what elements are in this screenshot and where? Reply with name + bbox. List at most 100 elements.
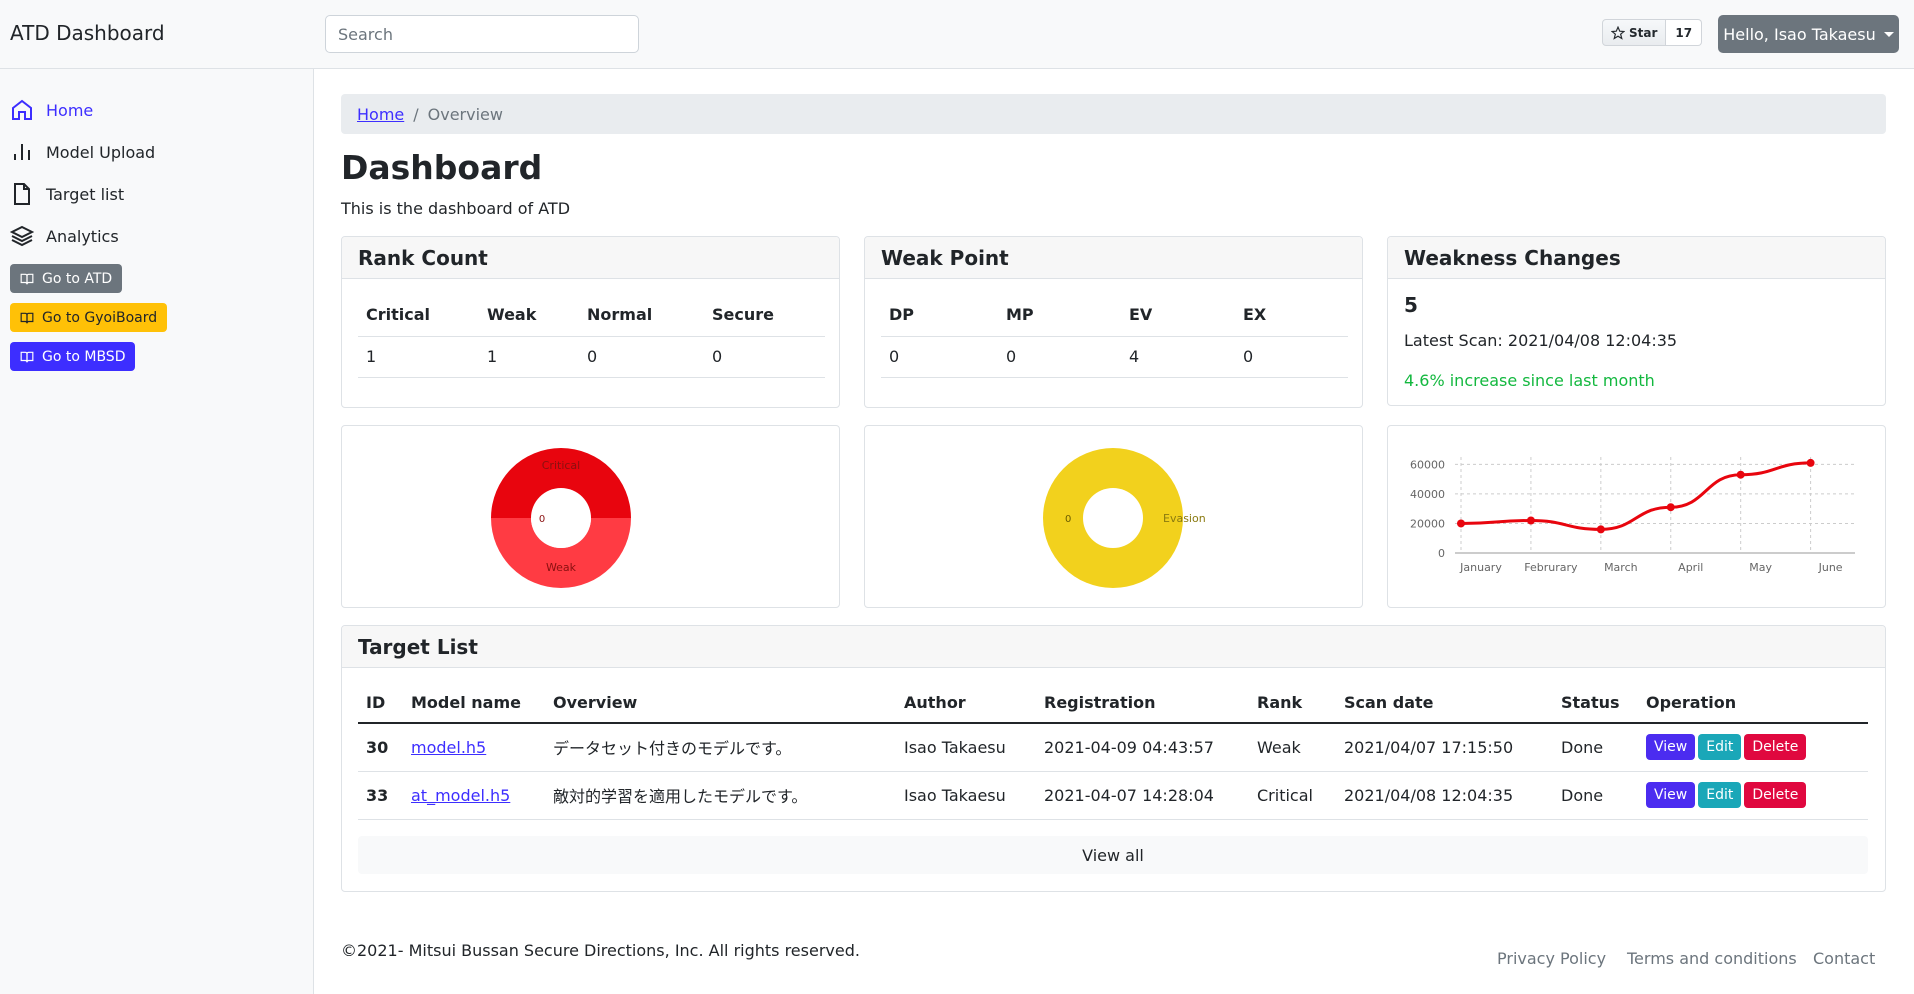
search-input[interactable]	[325, 15, 639, 53]
table-cell: 0	[998, 336, 1121, 378]
column-header: EV	[1121, 294, 1235, 337]
y-tick-label: 20000	[1410, 517, 1445, 530]
row-registration: 2021-04-07 14:28:04	[1036, 771, 1249, 820]
x-tick-label: March	[1604, 561, 1638, 574]
increase-text: 4.6% increase since last month	[1404, 371, 1655, 390]
sidebar-item-label: Analytics	[46, 226, 119, 246]
table-cell: 0	[579, 336, 704, 378]
row-status: Done	[1553, 723, 1638, 772]
layers-icon	[10, 225, 34, 247]
row-scan-date: 2021/04/07 17:15:50	[1336, 723, 1553, 772]
sidebar-item-model-upload[interactable]: Model Upload	[10, 140, 155, 164]
row-author: Isao Takaesu	[896, 723, 1036, 772]
contact-link[interactable]: Contact	[1813, 949, 1875, 968]
edit-button[interactable]: Edit	[1698, 734, 1742, 761]
github-star-count[interactable]: 17	[1666, 19, 1703, 46]
row-rank: Weak	[1249, 723, 1336, 772]
column-header: Status	[1553, 683, 1638, 724]
book-icon	[20, 351, 34, 362]
x-tick-label: January	[1459, 561, 1502, 574]
sidebar-item-target-list[interactable]: Target list	[10, 182, 124, 206]
column-header: Critical	[358, 294, 479, 337]
terms-link[interactable]: Terms and conditions	[1627, 949, 1797, 968]
go-to-mbsd-button[interactable]: Go to MBSD	[10, 342, 136, 371]
card-title: Rank Count	[342, 237, 839, 279]
x-tick-label: April	[1678, 561, 1703, 574]
github-star-button[interactable]: Star	[1602, 19, 1667, 46]
table-cell: 0	[1235, 336, 1348, 378]
data-point	[1736, 470, 1745, 479]
y-tick-label: 0	[1438, 547, 1445, 560]
privacy-policy-link[interactable]: Privacy Policy	[1497, 949, 1606, 968]
rank-count-card: Rank Count Critical Weak Normal Secure 1…	[341, 236, 840, 408]
view-button[interactable]: View	[1646, 782, 1696, 808]
donut-label-zero: 0	[1065, 514, 1071, 525]
column-header: MP	[998, 294, 1121, 337]
user-menu-button[interactable]: Hello, Isao Takaesu	[1718, 15, 1899, 53]
sidebar-item-analytics[interactable]: Analytics	[10, 224, 119, 248]
home-icon	[12, 99, 32, 120]
weak-point-donut-card: Evasion 0	[864, 425, 1363, 608]
data-point	[1457, 519, 1465, 528]
view-button[interactable]: View	[1646, 734, 1696, 761]
sidebar: Home Model Upload Target list Analytics …	[0, 69, 314, 994]
table-cell: 1	[358, 336, 479, 378]
column-header: Registration	[1036, 683, 1249, 724]
model-name-link[interactable]: at_model.h5	[411, 786, 510, 805]
go-to-mbsd-label: Go to MBSD	[42, 348, 126, 365]
delete-button[interactable]: Delete	[1744, 734, 1807, 761]
book-icon	[20, 273, 34, 284]
row-operations: View Edit Delete	[1646, 734, 1807, 761]
page-title: Dashboard	[341, 148, 543, 187]
donut-label-weak: Weak	[546, 561, 577, 574]
sidebar-item-home[interactable]: Home	[10, 98, 93, 122]
column-header: Operation	[1638, 683, 1868, 724]
footer-copyright: ©2021- Mitsui Bussan Secure Directions, …	[341, 941, 860, 960]
series-line	[1460, 461, 1811, 531]
data-point	[1596, 525, 1605, 534]
column-header: Secure	[704, 294, 825, 337]
go-to-gyoiboard-label: Go to GyoiBoard	[42, 309, 158, 326]
breadcrumb-home-link[interactable]: Home	[357, 105, 404, 124]
model-name-link[interactable]: model.h5	[411, 738, 486, 757]
row-status: Done	[1553, 771, 1638, 820]
view-all-button[interactable]: View all	[358, 836, 1868, 874]
table-cell: 1	[479, 336, 579, 378]
column-header: Rank	[1249, 683, 1336, 724]
row-scan-date: 2021/04/08 12:04:35	[1336, 771, 1553, 820]
weakness-line-chart-card: 0 20000 40000 60000 January Februrary March Apr…	[1387, 425, 1886, 608]
table-row: 1 1 0 0	[358, 336, 825, 378]
go-to-gyoiboard-button[interactable]: Go to GyoiBoard	[10, 303, 168, 332]
column-header: EX	[1235, 294, 1348, 337]
delete-button[interactable]: Delete	[1744, 782, 1807, 808]
book-icon	[20, 312, 34, 323]
row-registration: 2021-04-09 04:43:57	[1036, 723, 1249, 772]
star-icon	[1611, 25, 1625, 40]
column-header: Scan date	[1336, 683, 1553, 724]
target-list-card: Target List ID Model name Overview Autho…	[341, 625, 1886, 892]
column-header: Weak	[479, 294, 579, 337]
x-tick-label: Februrary	[1524, 561, 1578, 574]
go-to-atd-button[interactable]: Go to ATD	[10, 264, 123, 293]
app-title[interactable]: ATD Dashboard	[10, 21, 165, 45]
table-cell: 0	[881, 336, 998, 378]
breadcrumb-current: Overview	[427, 104, 503, 124]
target-list-table: ID Model name Overview Author Registrati…	[358, 683, 1868, 820]
column-header: Author	[896, 683, 1036, 724]
data-point	[1806, 458, 1815, 467]
go-to-atd-label: Go to ATD	[42, 270, 113, 287]
row-rank: Critical	[1249, 771, 1336, 820]
bar-chart-icon	[14, 144, 30, 160]
table-cell: 0	[704, 336, 825, 378]
user-menu-label: Hello, Isao Takaesu	[1723, 24, 1876, 44]
latest-scan-text: Latest Scan: 2021/04/08 12:04:35	[1404, 331, 1678, 350]
rank-count-table: Critical Weak Normal Secure 1 1 0 0	[358, 294, 825, 378]
y-tick-label: 60000	[1410, 458, 1445, 471]
card-title: Target List	[342, 626, 1885, 668]
weakness-count: 5	[1404, 293, 1418, 317]
edit-button[interactable]: Edit	[1698, 782, 1742, 808]
top-navbar: ATD Dashboard Star 17 Hello, Isao Takaes…	[0, 0, 1914, 69]
column-header: DP	[881, 294, 998, 337]
github-star-widget[interactable]: Star 17	[1602, 19, 1703, 46]
rank-donut-card: Critical Weak 0	[341, 425, 840, 608]
